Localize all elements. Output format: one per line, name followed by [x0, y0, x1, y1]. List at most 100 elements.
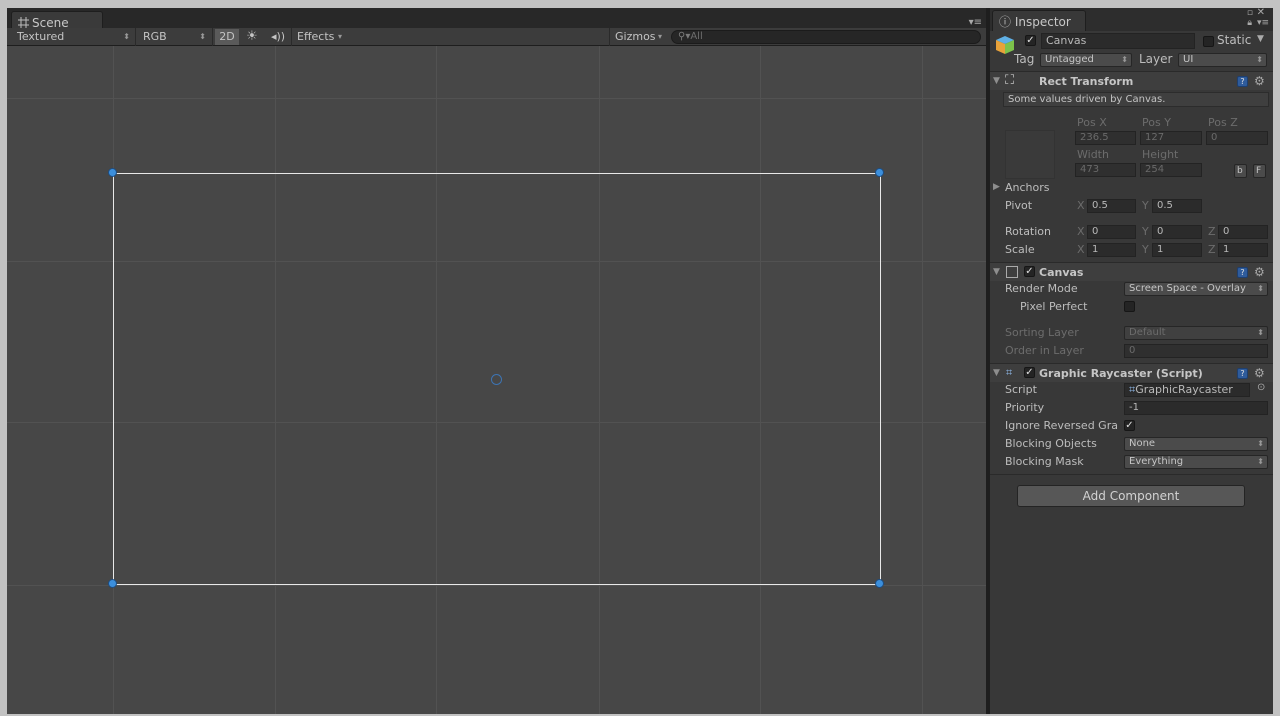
priority-field[interactable]: -1: [1124, 401, 1268, 415]
rot-y-axis-label: Y: [1142, 225, 1149, 238]
scale-y-axis-label: Y: [1142, 243, 1149, 256]
blocking-mask-value: Everything: [1129, 456, 1184, 467]
maximize-icon[interactable]: ▫: [1247, 8, 1253, 18]
foldout-arrow-icon[interactable]: ▶: [993, 182, 1000, 192]
ignore-reversed-graphics-label: Ignore Reversed Gra: [1005, 419, 1118, 432]
dropdown-arrow-icon: ▾: [337, 32, 342, 41]
height-field: 254: [1140, 163, 1202, 177]
script-field[interactable]: ⌗GraphicRaycaster: [1124, 383, 1250, 397]
scale-x-field[interactable]: 1: [1087, 243, 1136, 257]
effects-label: Effects: [297, 30, 335, 43]
anchors-label[interactable]: Anchors: [1005, 181, 1050, 194]
rect-handle-top-left[interactable]: [108, 168, 117, 177]
static-checkbox[interactable]: [1203, 36, 1214, 47]
render-mode-dropdown[interactable]: Screen Space - Overlay ⬍: [1124, 282, 1268, 296]
window-menu-icon[interactable]: ▾≡: [969, 17, 982, 28]
script-value: GraphicRaycaster: [1135, 383, 1233, 396]
foldout-arrow-icon[interactable]: ▼: [993, 267, 1000, 277]
rotation-z-field[interactable]: 0: [1218, 225, 1268, 239]
layer-dropdown[interactable]: UI ⬍: [1178, 53, 1267, 67]
pivot-x-axis-label: X: [1077, 199, 1085, 212]
pivot-label: Pivot: [1005, 199, 1033, 212]
blocking-objects-value: None: [1129, 438, 1156, 449]
scene-window: Scene ▾≡ Textured ⬍ RGB ⬍ 2D ☀ ◂)) Effects…: [7, 8, 986, 714]
rect-handle-top-right[interactable]: [875, 168, 884, 177]
canvas-enabled-checkbox[interactable]: ✓: [1024, 266, 1035, 277]
height-label: Height: [1142, 148, 1179, 161]
rect-handle-bottom-left[interactable]: [108, 579, 117, 588]
toggle-2d-button[interactable]: 2D: [215, 29, 239, 45]
rect-transform-header[interactable]: ▼ ⛶ Rect Transform ? ⚙: [990, 71, 1273, 90]
raw-edit-button[interactable]: F: [1253, 164, 1266, 178]
pivot-x-field[interactable]: 0.5: [1087, 199, 1136, 213]
scale-x-axis-label: X: [1077, 243, 1085, 256]
effects-dropdown[interactable]: Effects ▾: [293, 29, 345, 45]
raycaster-enabled-checkbox[interactable]: ✓: [1024, 367, 1035, 378]
window-menu-icon[interactable]: ▾≡: [1257, 18, 1269, 28]
rot-x-axis-label: X: [1077, 225, 1085, 238]
object-picker-icon[interactable]: ⊙: [1257, 382, 1265, 393]
pivot-handle[interactable]: [491, 374, 502, 385]
graphic-raycaster-header[interactable]: ▼ ⌗ ✓ Graphic Raycaster (Script) ? ⚙: [990, 363, 1273, 382]
toolbar-divider: [609, 28, 610, 46]
add-component-button[interactable]: Add Component: [1017, 485, 1245, 507]
gizmos-dropdown[interactable]: Gizmos ▾: [611, 29, 665, 45]
width-field: 473: [1075, 163, 1136, 177]
blocking-mask-dropdown[interactable]: Everything ⬍: [1124, 455, 1268, 469]
canvas-title: Canvas: [1039, 266, 1084, 279]
help-icon[interactable]: ?: [1237, 76, 1248, 87]
rect-handle-bottom-right[interactable]: [875, 579, 884, 588]
shading-mode-dropdown[interactable]: Textured ⬍: [13, 29, 133, 45]
blocking-mask-label: Blocking Mask: [1005, 455, 1084, 468]
gameobject-cube-icon: [996, 36, 1014, 54]
foldout-arrow-icon[interactable]: ▼: [993, 76, 1000, 86]
pos-x-label: Pos X: [1077, 116, 1107, 129]
gear-icon[interactable]: ⚙: [1254, 74, 1265, 88]
blueprint-mode-button[interactable]: b: [1234, 164, 1247, 178]
ignore-reversed-graphics-checkbox[interactable]: ✓: [1124, 420, 1135, 431]
dropdown-arrow-icon: ⬍: [1257, 457, 1264, 466]
grid-line: [7, 98, 986, 99]
canvas-component-header[interactable]: ▼ ✓ Canvas ? ⚙: [990, 262, 1273, 281]
pivot-y-axis-label: Y: [1142, 199, 1149, 212]
object-name-field[interactable]: Canvas: [1041, 33, 1195, 49]
help-icon[interactable]: ?: [1237, 368, 1248, 379]
help-icon[interactable]: ?: [1237, 267, 1248, 278]
tag-dropdown[interactable]: Untagged ⬍: [1040, 53, 1132, 67]
scene-grid-icon: [18, 17, 29, 28]
pos-z-field: 0: [1206, 131, 1268, 145]
pos-y-label: Pos Y: [1142, 116, 1171, 129]
blocking-objects-dropdown[interactable]: None ⬍: [1124, 437, 1268, 451]
pixel-perfect-checkbox[interactable]: [1124, 301, 1135, 312]
dropdown-arrow-icon: ⬍: [199, 32, 206, 41]
lighting-toggle-button[interactable]: ☀: [241, 29, 263, 45]
static-dropdown-arrow-icon[interactable]: ▼: [1257, 34, 1264, 44]
scale-y-field[interactable]: 1: [1152, 243, 1202, 257]
audio-toggle-button[interactable]: ◂)): [266, 29, 290, 45]
render-mode-dropdown[interactable]: RGB ⬍: [139, 29, 209, 45]
pivot-y-field[interactable]: 0.5: [1152, 199, 1202, 213]
tab-inspector-label: Inspector: [1014, 15, 1071, 29]
anchor-presets-button[interactable]: [1005, 130, 1055, 179]
tab-inspector[interactable]: ⓘ Inspector: [992, 10, 1086, 31]
grid-line: [922, 46, 923, 714]
scene-search-input[interactable]: ⚲▾All: [671, 30, 981, 44]
panel-splitter[interactable]: [986, 8, 990, 714]
info-icon: ⓘ: [999, 15, 1015, 29]
scale-z-field[interactable]: 1: [1218, 243, 1268, 257]
rotation-x-field[interactable]: 0: [1087, 225, 1136, 239]
driven-values-note: Some values driven by Canvas.: [1003, 92, 1269, 107]
section-divider: [990, 474, 1273, 475]
inspector-body: ✓ Canvas Static ▼ Tag Untagged ⬍ Layer UI…: [990, 31, 1273, 714]
scene-viewport[interactable]: [7, 46, 986, 714]
active-checkbox[interactable]: ✓: [1025, 35, 1036, 46]
gear-icon[interactable]: ⚙: [1254, 366, 1265, 380]
render-mode-value: RGB: [143, 30, 167, 43]
lock-icon[interactable]: 🔒︎: [1247, 18, 1252, 28]
rotation-y-field[interactable]: 0: [1152, 225, 1202, 239]
foldout-arrow-icon[interactable]: ▼: [993, 368, 1000, 378]
dropdown-arrow-icon: ⬍: [1121, 55, 1128, 64]
close-icon[interactable]: ✕: [1257, 7, 1265, 18]
gear-icon[interactable]: ⚙: [1254, 265, 1265, 279]
rot-z-axis-label: Z: [1208, 225, 1216, 238]
